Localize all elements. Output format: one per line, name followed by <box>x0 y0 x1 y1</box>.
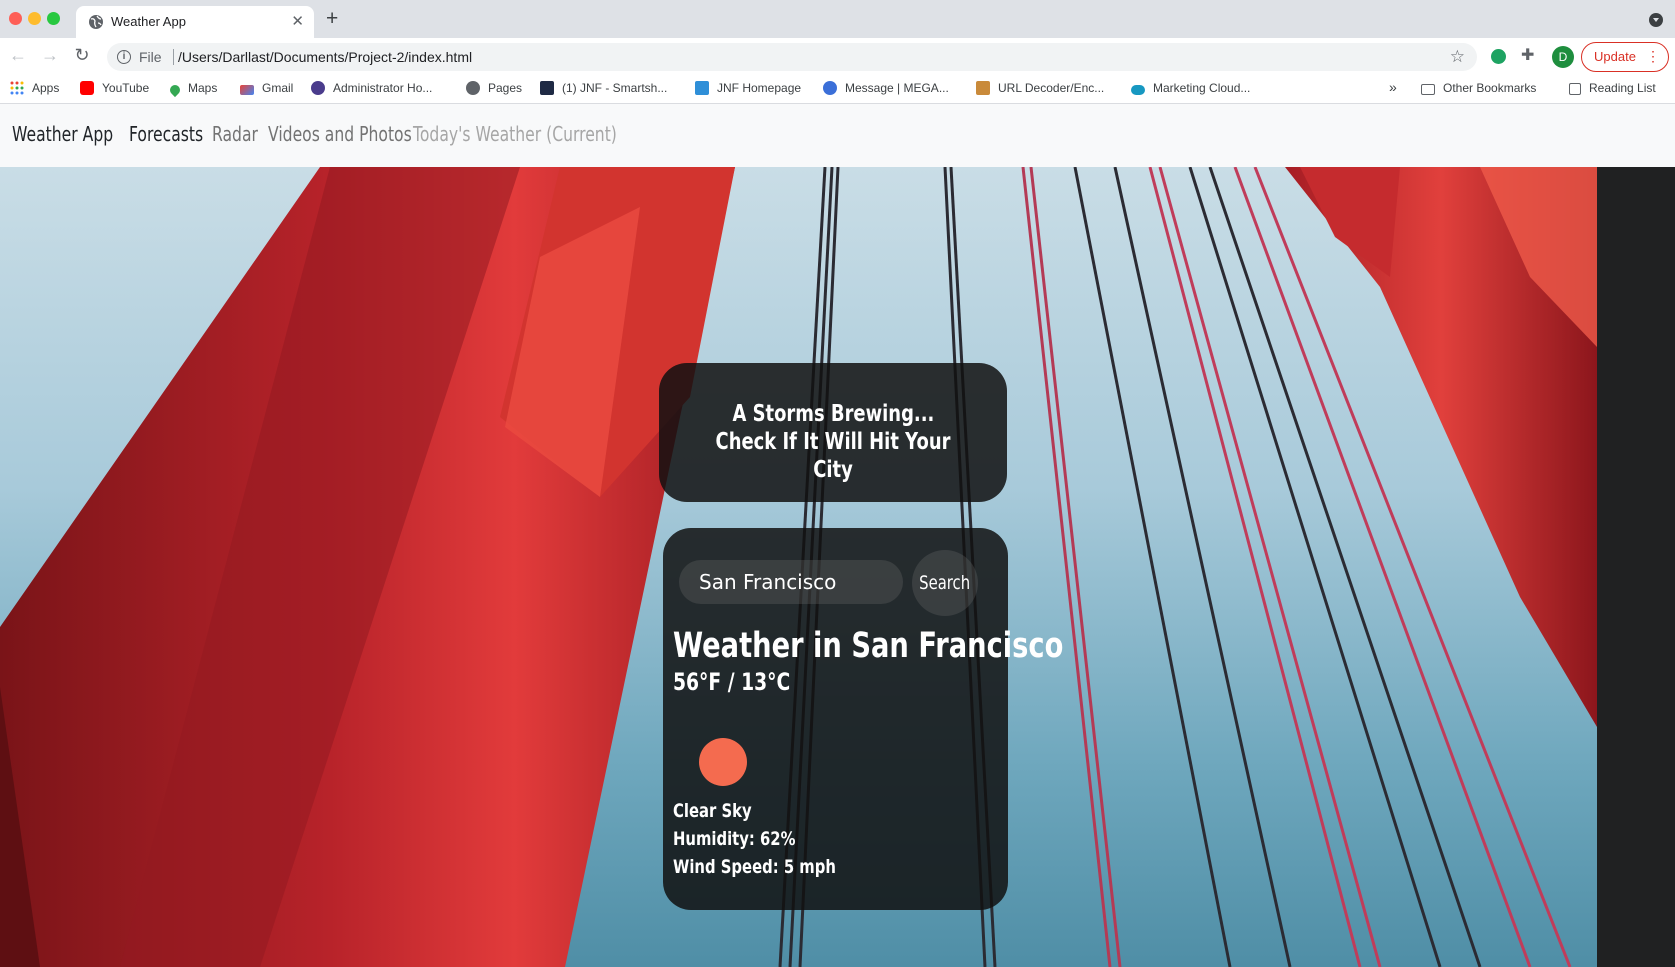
info-icon[interactable]: i <box>117 50 131 64</box>
bookmark-apps[interactable]: Apps <box>10 81 59 95</box>
bookmark-maps[interactable]: Maps <box>167 81 218 98</box>
nav-forecasts[interactable]: Forecasts <box>129 122 203 146</box>
bookmark-pages[interactable]: Pages <box>466 81 522 95</box>
reading-list-button[interactable]: Reading List <box>1569 81 1656 95</box>
tab-title: Weather App <box>111 14 186 29</box>
jnf-icon <box>695 81 709 95</box>
minimize-window-button[interactable] <box>28 12 41 25</box>
extension-green-icon[interactable] <box>1491 49 1506 64</box>
bookmark-label: URL Decoder/Enc... <box>998 81 1105 95</box>
search-button[interactable]: Search <box>912 550 978 616</box>
close-window-button[interactable] <box>9 12 22 25</box>
weather-description: Clear Sky <box>673 800 752 822</box>
bookmark-mega[interactable]: Message | MEGA... <box>823 81 949 95</box>
mega-icon <box>823 81 837 95</box>
temperature-readout: 56°F / 13°C <box>673 668 791 696</box>
wind-speed-readout: Wind Speed: 5 mph <box>673 856 836 878</box>
other-bookmarks-folder[interactable]: Other Bookmarks <box>1421 81 1536 95</box>
bookmark-jnf-homepage[interactable]: JNF Homepage <box>695 81 801 95</box>
bookmark-url-decoder[interactable]: URL Decoder/Enc... <box>976 81 1104 95</box>
address-bar[interactable]: i File /Users/Darllast/Documents/Project… <box>107 43 1477 71</box>
search-button-label: Search <box>919 572 971 594</box>
reload-icon[interactable]: ↻ <box>70 45 94 66</box>
headline-card: A Storms Brewing... Check If It Will Hit… <box>659 363 1007 502</box>
more-menu-icon[interactable]: ⋮ <box>1646 43 1660 70</box>
nav-radar[interactable]: Radar <box>212 122 258 146</box>
weather-card: Search Weather in San Francisco 56°F / 1… <box>663 528 1063 910</box>
bookmark-smartsheet[interactable]: (1) JNF - Smartsh... <box>540 81 667 95</box>
bookmark-label: Reading List <box>1589 81 1656 95</box>
headline-text: Check If It Will Hit Your City <box>715 429 951 483</box>
forward-arrow-icon[interactable]: → <box>38 45 62 66</box>
bookmark-label: Administrator Ho... <box>333 81 433 95</box>
maximize-window-button[interactable] <box>47 12 60 25</box>
browser-tab[interactable]: Weather App ✕ <box>76 6 314 38</box>
url-text[interactable]: /Users/Darllast/Documents/Project-2/inde… <box>178 49 472 65</box>
new-tab-button[interactable]: + <box>326 7 338 31</box>
headline-text: A Storms Brewing... <box>732 401 934 427</box>
address-scheme: File <box>139 49 162 65</box>
folder-icon <box>1421 84 1435 95</box>
bookmarks-bar: Apps YouTube Maps Gmail Administrator Ho… <box>0 76 1675 104</box>
back-arrow-icon[interactable]: ← <box>6 45 30 66</box>
profile-avatar[interactable]: D <box>1552 46 1574 68</box>
bookmark-marketing-cloud[interactable]: Marketing Cloud... <box>1131 81 1250 95</box>
bookmark-label: (1) JNF - Smartsh... <box>562 81 668 95</box>
bookmark-administrator[interactable]: Administrator Ho... <box>311 81 432 95</box>
reading-list-icon <box>1569 83 1581 95</box>
smartsheet-icon <box>540 81 554 95</box>
bookmark-label: Marketing Cloud... <box>1153 81 1251 95</box>
bookmark-label: Apps <box>32 81 60 95</box>
tab-search-icon[interactable] <box>1649 13 1663 27</box>
sun-icon <box>699 738 747 786</box>
bookmark-label: Maps <box>188 81 218 95</box>
youtube-icon <box>80 81 94 95</box>
update-button[interactable]: Update ⋮ <box>1581 42 1669 72</box>
browser-tab-strip: Weather App ✕ + <box>0 0 1675 38</box>
bookmark-label: Pages <box>488 81 523 95</box>
bookmark-star-icon[interactable]: ☆ <box>1450 47 1465 67</box>
app-navbar: Weather App Forecasts Radar Videos and P… <box>0 104 1675 167</box>
browser-toolbar: ← → ↻ i File /Users/Darllast/Documents/P… <box>0 38 1675 76</box>
update-label: Update <box>1594 49 1636 64</box>
nav-todays-weather[interactable]: Today's Weather (Current) <box>413 122 617 146</box>
headline-line-1: A Storms Brewing... <box>659 400 1007 428</box>
decoder-icon <box>976 81 990 95</box>
web-page: Weather App Forecasts Radar Videos and P… <box>0 104 1675 967</box>
maps-icon <box>167 82 183 98</box>
globe-icon <box>89 15 103 29</box>
headline-line-2: Check If It Will Hit Your City <box>659 428 1007 484</box>
bookmark-youtube[interactable]: YouTube <box>80 81 149 95</box>
nav-videos-photos[interactable]: Videos and Photos <box>268 122 412 146</box>
bookmark-label: Other Bookmarks <box>1443 81 1537 95</box>
page-right-gutter <box>1597 167 1675 967</box>
extensions-puzzle-icon[interactable]: ✚ <box>1521 45 1534 65</box>
bookmark-label: Gmail <box>262 81 294 95</box>
more-bookmarks-button[interactable]: » <box>1389 79 1397 95</box>
apps-grid-icon <box>10 81 24 95</box>
app-brand[interactable]: Weather App <box>12 122 113 146</box>
bookmark-label: YouTube <box>102 81 150 95</box>
cloud-icon <box>1131 85 1145 95</box>
close-tab-icon[interactable]: ✕ <box>291 12 304 30</box>
address-separator <box>173 49 174 65</box>
admin-icon <box>311 81 325 95</box>
weather-title: Weather in San Francisco <box>673 626 1064 666</box>
gmail-icon <box>240 85 254 95</box>
bookmark-label: Message | MEGA... <box>845 81 949 95</box>
city-search-input[interactable] <box>679 560 903 604</box>
humidity-readout: Humidity: 62% <box>673 828 796 850</box>
bookmark-label: JNF Homepage <box>717 81 802 95</box>
globe-icon <box>466 81 480 95</box>
bookmark-gmail[interactable]: Gmail <box>240 81 293 95</box>
